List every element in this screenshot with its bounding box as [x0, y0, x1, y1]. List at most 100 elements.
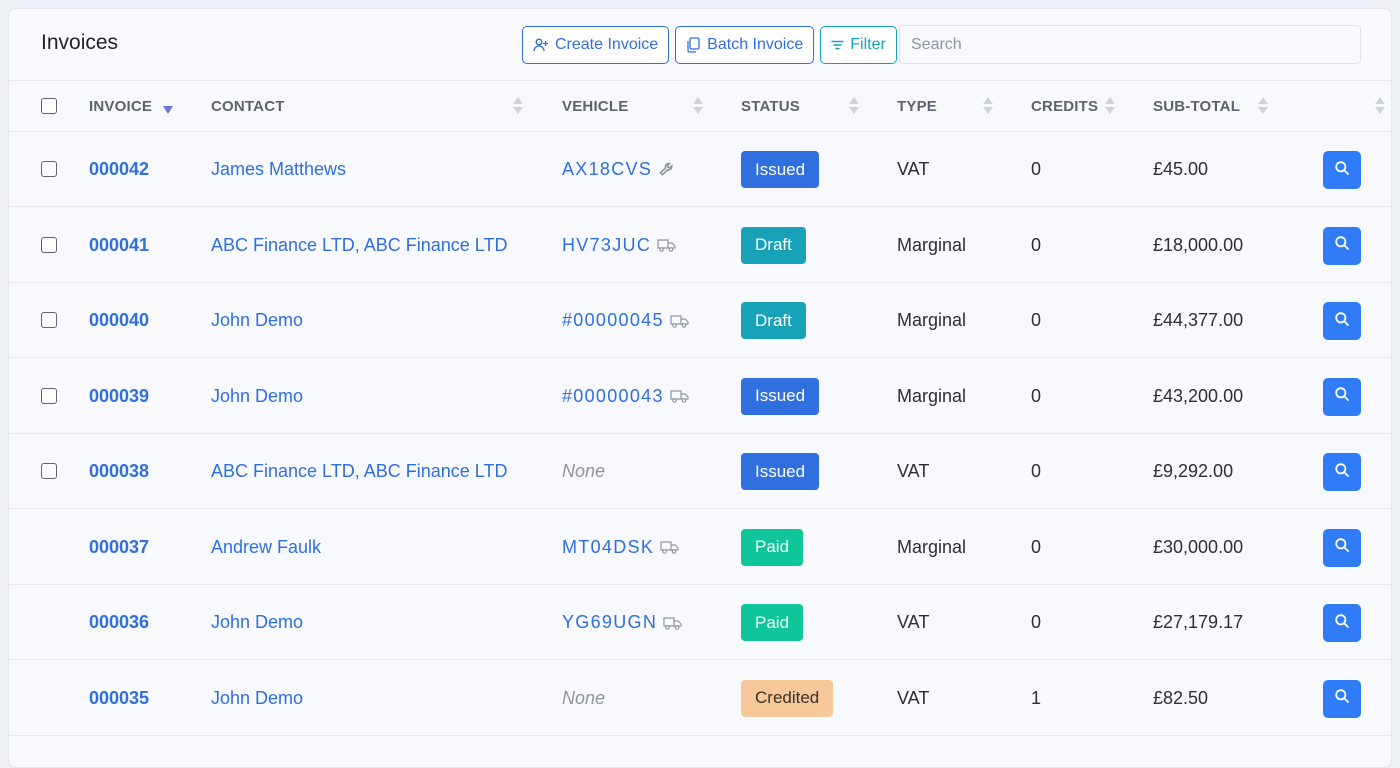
credits-value: 1: [1031, 687, 1042, 708]
sort-icon[interactable]: [1375, 97, 1385, 115]
table-row[interactable]: 000042 James Matthews AX18CVS Issued VAT 0 £45…: [9, 132, 1391, 207]
page-header: Invoices Create Invoice Batch Invoice Fi…: [9, 9, 1391, 81]
table-row[interactable]: 000037 Andrew Faulk MT04DSK Paid Marginal 0 £3…: [9, 510, 1391, 585]
row-checkbox[interactable]: [41, 161, 57, 177]
row-checkbox[interactable]: [41, 312, 57, 328]
view-invoice-button[interactable]: [1323, 377, 1361, 416]
vehicle-link[interactable]: MT04DSK: [562, 537, 679, 558]
table-row[interactable]: 000041 ABC Finance LTD, ABC Finance LTD HV…: [9, 208, 1391, 283]
type-value: Marginal: [897, 234, 967, 255]
filter-label: Filter: [850, 36, 886, 53]
table-row[interactable]: 000038 ABC Finance LTD, ABC Finance LTD No…: [9, 434, 1391, 509]
sort-desc-icon[interactable]: [163, 106, 173, 114]
column-subtotal[interactable]: SUB-TOTAL: [1153, 98, 1240, 115]
invoice-number-link[interactable]: 000036: [89, 612, 149, 633]
column-vehicle[interactable]: VEHICLE: [562, 98, 628, 115]
contact-link[interactable]: Andrew Faulk: [211, 537, 321, 558]
vehicle-link[interactable]: YG69UGN: [562, 612, 682, 633]
view-invoice-button[interactable]: [1323, 453, 1361, 491]
type-value: VAT: [897, 612, 930, 632]
subtotal-value: £44,377.00: [1153, 310, 1244, 330]
invoice-number-link[interactable]: 000039: [89, 386, 149, 407]
column-invoice[interactable]: INVOICE: [89, 98, 152, 115]
subtotal-value: £43,200.00: [1153, 385, 1244, 406]
column-status[interactable]: STATUS: [741, 98, 800, 115]
contact-link[interactable]: John Demo: [211, 386, 303, 407]
toolbar: Create Invoice Batch Invoice Filter: [522, 26, 897, 64]
column-type[interactable]: TYPE: [897, 98, 937, 115]
contact-link[interactable]: John Demo: [211, 612, 303, 633]
filter-icon: [831, 39, 844, 51]
row-checkbox[interactable]: [41, 463, 57, 479]
search-icon: [1334, 462, 1350, 483]
vehicle-link[interactable]: AX18CVS: [562, 159, 676, 180]
table-row[interactable]: 000039 John Demo #00000043 Issued Marginal 0 £…: [9, 359, 1391, 434]
filter-button[interactable]: Filter: [820, 26, 897, 64]
status-badge: Draft: [741, 226, 806, 264]
select-all-checkbox[interactable]: [41, 98, 57, 114]
sort-icon[interactable]: [513, 97, 523, 115]
truck-icon: [660, 540, 679, 554]
vehicle-reg: #00000043: [562, 385, 664, 406]
column-credits[interactable]: CREDITS: [1031, 98, 1098, 115]
invoice-number-link[interactable]: 000040: [89, 310, 149, 331]
subtotal-value: £82.50: [1153, 687, 1209, 708]
row-checkbox[interactable]: [41, 387, 57, 404]
truck-icon: [663, 616, 682, 630]
wrench-icon: [658, 161, 676, 179]
row-checkbox[interactable]: [41, 236, 57, 253]
sort-icon[interactable]: [983, 97, 993, 115]
contact-link[interactable]: ABC Finance LTD, ABC Finance LTD: [211, 461, 507, 482]
search-icon: [1334, 311, 1350, 332]
status-badge: Issued: [741, 151, 820, 188]
type-value: Marginal: [897, 310, 967, 330]
vehicle-link[interactable]: #00000043: [562, 386, 689, 407]
view-invoice-button[interactable]: [1323, 604, 1361, 642]
search-icon: [1334, 537, 1350, 558]
subtotal-value: £9,292.00: [1153, 461, 1234, 481]
status-badge: Paid: [741, 528, 804, 566]
vehicle-link[interactable]: #00000045: [562, 310, 689, 331]
table-header: INVOICE CONTACT VEHICLE STATUS TYPE CRED…: [9, 81, 1391, 132]
search-icon: [1334, 235, 1350, 256]
type-value: VAT: [897, 687, 930, 708]
type-value: Marginal: [897, 385, 967, 406]
copy-icon: [686, 37, 701, 53]
search-input[interactable]: [899, 25, 1361, 64]
page-title: Invoices: [41, 31, 119, 54]
sort-icon[interactable]: [849, 97, 859, 115]
invoice-number-link[interactable]: 000038: [89, 461, 149, 482]
invoice-number-link[interactable]: 000041: [89, 235, 149, 256]
vehicle-link[interactable]: HV73JUC: [562, 235, 676, 256]
table-row[interactable]: 000035 John Demo None Credited VAT 1 £82.50: [9, 661, 1391, 736]
contact-link[interactable]: John Demo: [211, 688, 303, 709]
truck-icon: [657, 238, 676, 252]
create-invoice-button[interactable]: Create Invoice: [522, 26, 670, 64]
vehicle-reg: MT04DSK: [562, 536, 655, 557]
type-value: VAT: [897, 159, 930, 179]
table-row[interactable]: 000040 John Demo #00000045 Draft Marginal 0 £4…: [9, 283, 1391, 358]
invoice-number-link[interactable]: 000037: [89, 537, 149, 558]
contact-link[interactable]: James Matthews: [211, 159, 346, 180]
view-invoice-button[interactable]: [1323, 302, 1361, 340]
subtotal-value: £45.00: [1153, 159, 1209, 179]
batch-invoice-button[interactable]: Batch Invoice: [675, 26, 815, 64]
invoices-card: Invoices Create Invoice Batch Invoice Fi…: [8, 8, 1392, 768]
invoice-number-link[interactable]: 000035: [89, 688, 149, 709]
view-invoice-button[interactable]: [1323, 226, 1361, 265]
create-invoice-label: Create Invoice: [555, 36, 659, 53]
invoice-number-link[interactable]: 000042: [89, 159, 149, 180]
sort-icon[interactable]: [1105, 97, 1115, 115]
view-invoice-button[interactable]: [1323, 528, 1361, 567]
column-contact[interactable]: CONTACT: [211, 98, 285, 115]
status-badge: Draft: [741, 302, 806, 339]
table-row[interactable]: 000036 John Demo YG69UGN Paid VAT 0 £27,179.17: [9, 585, 1391, 660]
contact-link[interactable]: ABC Finance LTD, ABC Finance LTD: [211, 235, 507, 256]
view-invoice-button[interactable]: [1323, 151, 1361, 189]
sort-icon[interactable]: [693, 97, 703, 115]
search-icon: [1334, 688, 1350, 709]
view-invoice-button[interactable]: [1323, 679, 1361, 718]
contact-link[interactable]: John Demo: [211, 310, 303, 331]
sort-icon[interactable]: [1258, 97, 1268, 115]
subtotal-value: £30,000.00: [1153, 536, 1244, 557]
